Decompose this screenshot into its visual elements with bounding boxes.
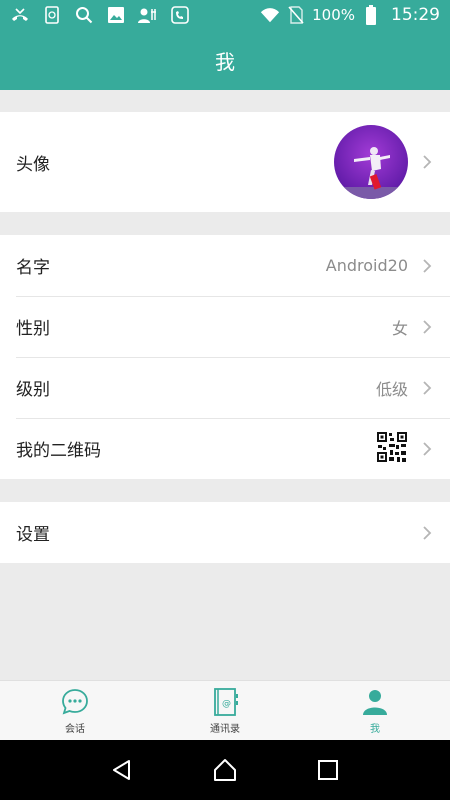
tab-contacts[interactable]: @ 通讯录 bbox=[150, 681, 300, 740]
tab-conversations[interactable]: 会话 bbox=[0, 681, 150, 740]
page-title: 我 bbox=[215, 49, 235, 74]
gender-row[interactable]: 性别 女 bbox=[0, 296, 450, 357]
level-value: 低级 bbox=[375, 379, 408, 399]
name-row[interactable]: 名字 Android20 bbox=[0, 235, 450, 296]
person-icon bbox=[360, 687, 390, 717]
avatar-section: 头像 bbox=[0, 112, 450, 212]
avatar bbox=[334, 125, 408, 199]
search-icon bbox=[74, 5, 94, 25]
contacts-book-icon: @ bbox=[210, 687, 240, 717]
tab-label: 我 bbox=[370, 723, 380, 735]
contacts-icon bbox=[138, 5, 158, 25]
settings-section: 设置 bbox=[0, 502, 450, 563]
gender-label: 性别 bbox=[16, 319, 50, 339]
voip-icon bbox=[170, 5, 190, 25]
recents-icon[interactable] bbox=[313, 755, 343, 785]
avatar-label: 头像 bbox=[16, 154, 50, 175]
bottom-nav: 会话 @ 通讯录 我 bbox=[0, 680, 450, 740]
wifi-icon bbox=[260, 5, 280, 25]
qr-code-row[interactable]: 我的二维码 bbox=[0, 418, 450, 479]
qr-code-label: 我的二维码 bbox=[16, 441, 101, 461]
status-bar: 100% 15:29 bbox=[0, 0, 450, 30]
svg-text:@: @ bbox=[222, 699, 231, 709]
back-icon[interactable] bbox=[107, 755, 137, 785]
settings-label: 设置 bbox=[16, 525, 50, 545]
info-section: 名字 Android20 性别 女 级别 低级 我的二维码 bbox=[0, 235, 450, 479]
gender-value: 女 bbox=[391, 318, 408, 338]
image-icon bbox=[106, 5, 126, 25]
tab-me[interactable]: 我 bbox=[300, 681, 450, 740]
no-sim-icon bbox=[286, 5, 306, 25]
chevron-right-icon bbox=[420, 152, 434, 172]
chevron-right-icon bbox=[420, 317, 434, 337]
battery-icon bbox=[361, 5, 381, 25]
avatar-row[interactable]: 头像 bbox=[0, 112, 450, 212]
qr-code-icon bbox=[376, 430, 408, 467]
name-label: 名字 bbox=[16, 258, 50, 278]
chevron-right-icon bbox=[420, 378, 434, 398]
name-value: Android20 bbox=[325, 256, 408, 275]
battery-percent: 100% bbox=[312, 6, 355, 24]
chevron-right-icon bbox=[420, 523, 434, 543]
app-bar: 我 bbox=[0, 30, 450, 90]
tab-label: 通讯录 bbox=[210, 723, 240, 735]
settings-row[interactable]: 设置 bbox=[0, 502, 450, 563]
chevron-right-icon bbox=[420, 439, 434, 459]
clock: 15:29 bbox=[391, 5, 440, 25]
home-icon[interactable] bbox=[210, 755, 240, 785]
level-label: 级别 bbox=[16, 380, 50, 400]
chevron-right-icon bbox=[420, 256, 434, 276]
tab-label: 会话 bbox=[65, 723, 85, 735]
level-row[interactable]: 级别 低级 bbox=[0, 357, 450, 418]
chat-icon bbox=[60, 687, 90, 717]
system-nav-bar bbox=[0, 740, 450, 800]
sim-icon bbox=[42, 5, 62, 25]
missed-call-icon bbox=[10, 5, 30, 25]
